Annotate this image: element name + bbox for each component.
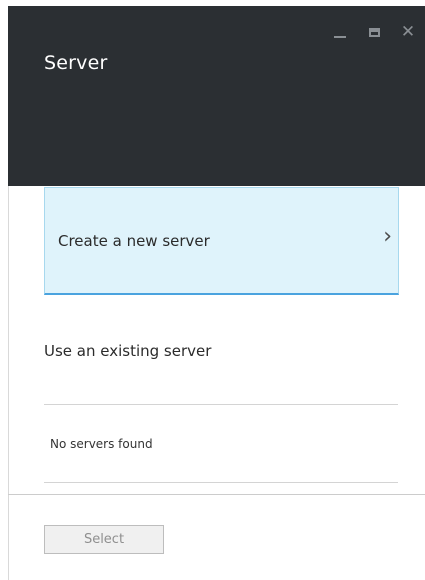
select-button[interactable]: Select: [44, 525, 164, 554]
divider: [44, 404, 398, 405]
divider: [44, 482, 398, 483]
close-icon: ✕: [400, 21, 416, 42]
blade-left-border: [8, 186, 9, 580]
chevron-right-icon: ›: [383, 224, 392, 249]
close-button[interactable]: ✕: [391, 20, 425, 44]
create-new-server-option[interactable]: Create a new server ›: [44, 187, 399, 295]
footer-divider: [8, 494, 425, 495]
blade-title: Server: [44, 52, 108, 74]
blade-header: Server ✕: [8, 6, 425, 186]
no-servers-message: No servers found: [50, 437, 153, 451]
minimize-icon: [334, 36, 346, 38]
minimize-button[interactable]: [323, 20, 357, 44]
server-blade: Server ✕ Create a new server › Use an ex…: [0, 0, 425, 580]
window-controls: ✕: [323, 20, 425, 44]
maximize-icon: [368, 27, 380, 37]
create-new-server-label: Create a new server: [58, 232, 210, 250]
existing-server-heading: Use an existing server: [44, 342, 212, 360]
maximize-button[interactable]: [357, 20, 391, 44]
